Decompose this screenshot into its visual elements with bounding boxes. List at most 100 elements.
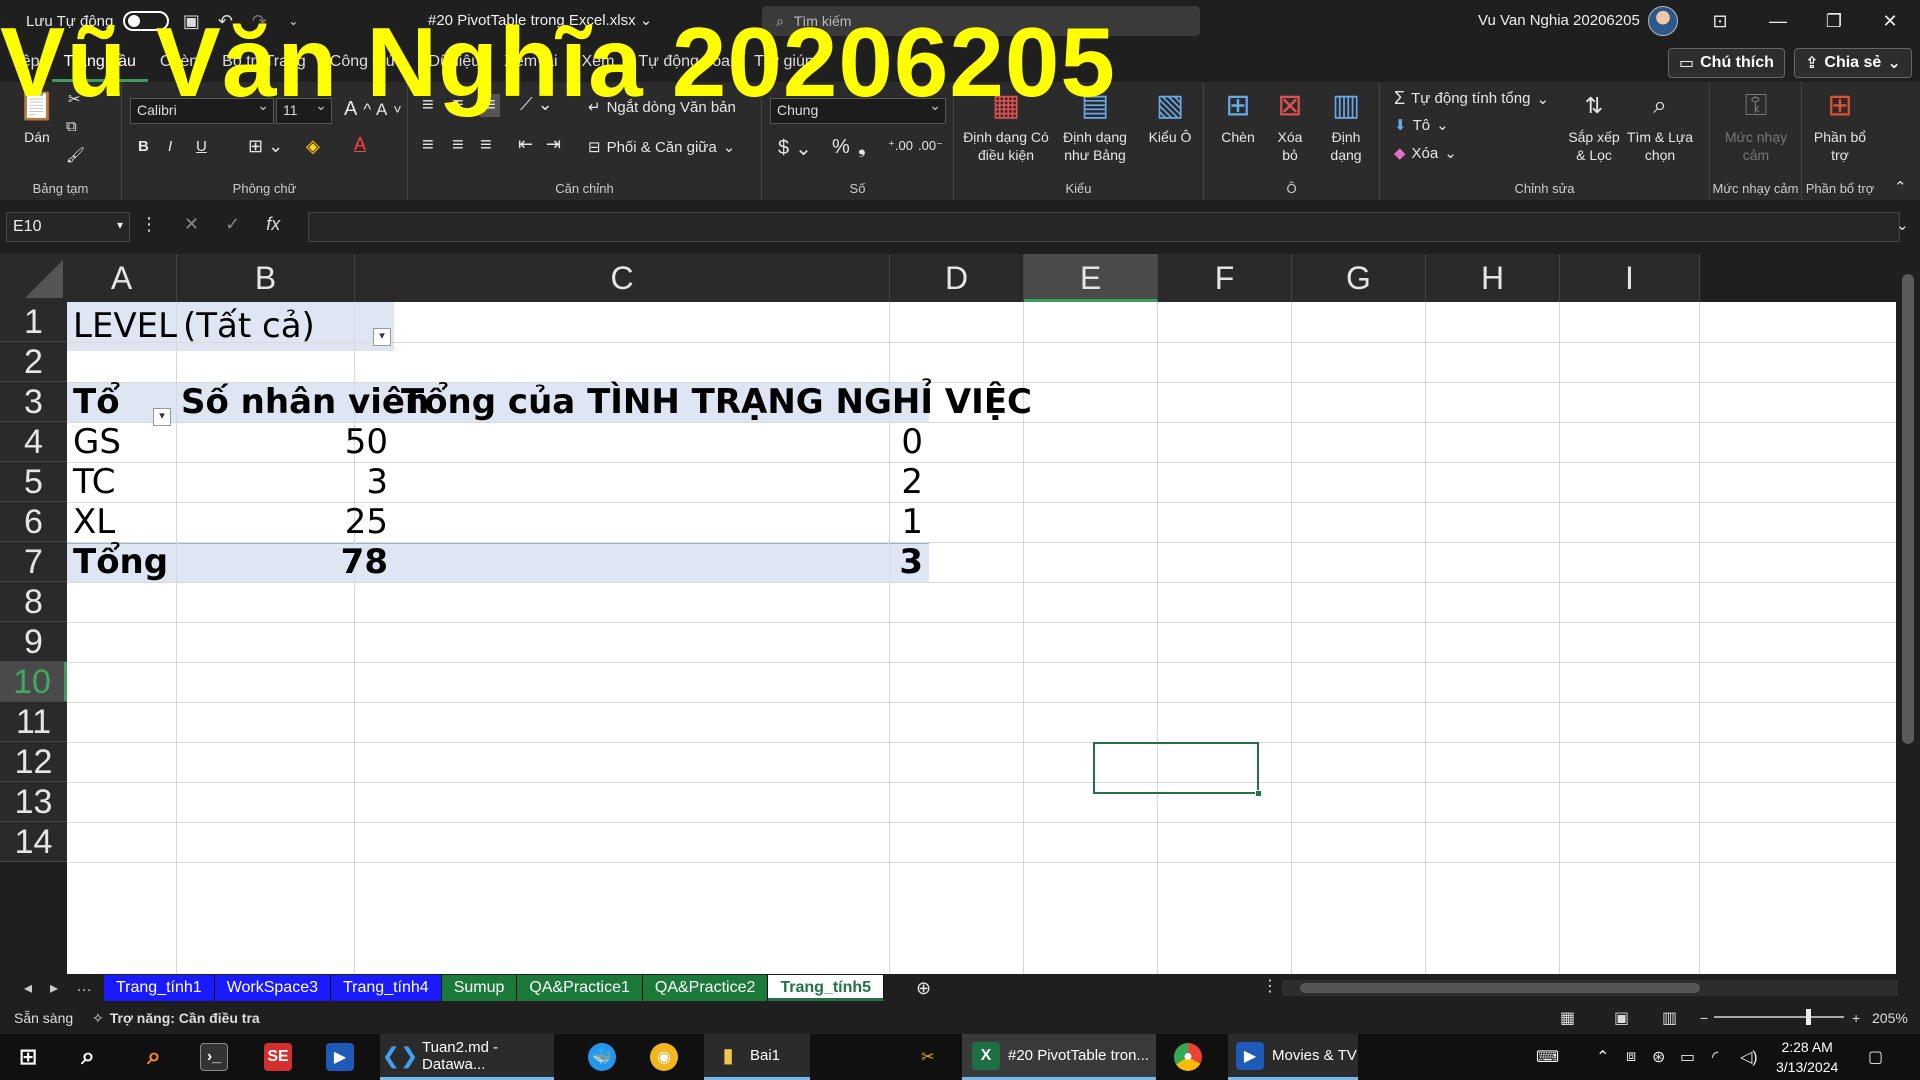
- conditional-formatting-button[interactable]: ▦ Định dạng Có điều kiện: [960, 88, 1052, 164]
- vertical-scroll-thumb[interactable]: [1902, 274, 1914, 744]
- tab-2[interactable]: Chèn: [148, 42, 210, 82]
- redo-icon[interactable]: ↷: [247, 9, 271, 33]
- currency-button[interactable]: $ ⌄: [778, 136, 812, 161]
- format-painter-icon[interactable]: 🖌: [66, 146, 85, 164]
- share-button[interactable]: ⇪ Chia sẻ ⌄: [1794, 48, 1912, 78]
- taskbar-vscode[interactable]: ❮❯ Tuan2.md - Datawa...: [380, 1034, 554, 1080]
- enter-entry-icon[interactable]: ✓: [225, 214, 240, 235]
- column-header-C[interactable]: C: [355, 254, 890, 302]
- save-icon[interactable]: ▣: [179, 9, 203, 33]
- column-header-F[interactable]: F: [1158, 254, 1292, 302]
- sheet-tab-3[interactable]: Sumup: [441, 975, 518, 1001]
- sheet-tab-2[interactable]: Trang_tính4: [331, 975, 442, 1001]
- row-header-7[interactable]: 7: [0, 542, 67, 582]
- clock[interactable]: 2:28 AM 3/13/2024: [1776, 1037, 1838, 1077]
- column-header-D[interactable]: D: [890, 254, 1024, 302]
- autosum-button[interactable]: Σ Tự động tính tổng ⌄: [1394, 88, 1549, 109]
- next-sheet-icon[interactable]: ▸: [50, 978, 58, 998]
- percent-button[interactable]: %: [832, 136, 850, 159]
- accessibility-status[interactable]: ✧ Trợ năng: Cần điều tra: [92, 1010, 260, 1027]
- font-name-select[interactable]: Calibri: [130, 97, 274, 124]
- ribbon-display-icon[interactable]: ⊡: [1700, 8, 1740, 34]
- minimize-button[interactable]: —: [1758, 8, 1798, 34]
- volume-icon[interactable]: ◁): [1740, 1034, 1758, 1080]
- find-select-button[interactable]: ⌕ Tìm & Lựa chọn: [1624, 88, 1696, 164]
- prev-sheet-icon[interactable]: ◂: [24, 978, 32, 998]
- tab-0[interactable]: Tệp: [0, 42, 52, 82]
- cell-styles-button[interactable]: ▧ Kiểu Ô: [1144, 88, 1196, 146]
- row-header-8[interactable]: 8: [0, 582, 67, 622]
- decrease-decimal-icon[interactable]: .00⁻: [918, 138, 943, 154]
- orientation-icon[interactable]: ⟋ ⌄: [520, 94, 553, 115]
- taskbar-excel[interactable]: X #20 PivotTable tron...: [962, 1034, 1156, 1080]
- zoom-level[interactable]: 205%: [1872, 1010, 1908, 1026]
- row-header-3[interactable]: 3: [0, 382, 67, 422]
- horizontal-scrollbar[interactable]: [1282, 980, 1898, 996]
- sort-filter-button[interactable]: ⇅ Sắp xếp & Lọc: [1566, 88, 1622, 164]
- undo-icon[interactable]: ↶: [213, 9, 237, 33]
- clear-button[interactable]: ◆ Xóa ⌄: [1394, 144, 1457, 163]
- tab-5[interactable]: Dữ liệu: [417, 42, 493, 82]
- number-format-select[interactable]: Chung: [770, 97, 946, 124]
- close-button[interactable]: ✕: [1870, 8, 1910, 34]
- paste-button[interactable]: 📋 Dán: [14, 88, 60, 146]
- sheet-tab-1[interactable]: WorkSpace3: [214, 975, 331, 1001]
- decrease-font-icon[interactable]: A ˅: [376, 100, 402, 120]
- addins-button[interactable]: ⊞ Phần bổ trợ: [1808, 88, 1872, 164]
- row-header-11[interactable]: 11: [0, 702, 67, 742]
- fill-color-icon[interactable]: ◈: [306, 136, 320, 157]
- name-box[interactable]: E10 ▾: [6, 212, 130, 242]
- comma-style-icon[interactable]: ❟: [858, 136, 866, 159]
- column-header-H[interactable]: H: [1426, 254, 1560, 302]
- column-header-I[interactable]: I: [1560, 254, 1700, 302]
- document-title[interactable]: #20 PivotTable trong Excel.xlsx ⌄: [428, 11, 652, 29]
- zoom-in-icon[interactable]: +: [1852, 1010, 1860, 1026]
- tab-7[interactable]: Xem: [570, 42, 627, 82]
- bold-button[interactable]: B: [138, 138, 149, 155]
- page-break-icon[interactable]: ▥: [1662, 1008, 1677, 1028]
- customize-qat-icon[interactable]: ⌄: [281, 9, 305, 33]
- borders-icon[interactable]: ⊞ ⌄: [248, 136, 283, 157]
- add-sheet-icon[interactable]: ⊕: [916, 978, 931, 999]
- vpn-icon[interactable]: ⊛: [1652, 1034, 1665, 1080]
- row-header-1[interactable]: 1: [0, 302, 67, 342]
- sensitivity-button[interactable]: ⚿ Mức nhạy cảm: [1716, 88, 1796, 164]
- tab-3[interactable]: Bố trí Trang: [210, 42, 318, 82]
- meet-icon[interactable]: ⧈: [1626, 1034, 1636, 1080]
- insert-cells-button[interactable]: ⊞ Chèn: [1214, 88, 1262, 146]
- chrome-app[interactable]: ●: [1174, 1034, 1202, 1080]
- start-button[interactable]: ⊞: [14, 1034, 42, 1080]
- cut-icon[interactable]: ✂: [68, 90, 81, 108]
- row-header-4[interactable]: 4: [0, 422, 67, 462]
- zoom-slider[interactable]: [1714, 1009, 1844, 1025]
- tab-split-handle[interactable]: ⋮: [1262, 976, 1278, 996]
- browser-app[interactable]: ◉: [650, 1034, 678, 1080]
- sheet-tab-0[interactable]: Trang_tính1: [104, 975, 215, 1001]
- column-header-A[interactable]: A: [67, 254, 177, 302]
- align-top-icon[interactable]: ≡: [422, 94, 434, 117]
- font-color-icon[interactable]: A: [354, 134, 366, 155]
- format-cells-button[interactable]: ▥ Định dạng: [1316, 88, 1376, 164]
- wrap-text-button[interactable]: ↵ Ngắt dòng Văn bản: [588, 98, 736, 117]
- row-header-5[interactable]: 5: [0, 462, 67, 502]
- tab-4[interactable]: Công thức: [318, 42, 417, 82]
- merge-center-button[interactable]: ⊟ Phối & Căn giữa ⌄: [588, 138, 735, 157]
- snip-app[interactable]: ✂: [914, 1034, 942, 1080]
- collapse-ribbon-icon[interactable]: ⌃: [1894, 178, 1907, 196]
- battery-icon[interactable]: ▭: [1680, 1034, 1695, 1080]
- sheet-tab-6[interactable]: Trang_tính5: [768, 975, 885, 1001]
- taskbar-movies[interactable]: ▶ Movies & TV: [1228, 1034, 1358, 1080]
- restore-button[interactable]: ❐: [1814, 8, 1854, 34]
- sheet-tab-5[interactable]: QA&Practice2: [642, 975, 769, 1001]
- page-layout-icon[interactable]: ▣: [1614, 1008, 1629, 1028]
- filter-dropdown-icon[interactable]: ▾: [373, 328, 391, 346]
- search-box[interactable]: ⌕ Tìm kiếm: [762, 6, 1200, 36]
- underline-button[interactable]: U: [196, 138, 207, 155]
- row-header-6[interactable]: 6: [0, 502, 67, 542]
- row-header-2[interactable]: 2: [0, 342, 67, 382]
- row-header-14[interactable]: 14: [0, 822, 67, 862]
- wifi-icon[interactable]: ◜: [1712, 1034, 1718, 1080]
- align-middle-icon[interactable]: ≡: [452, 94, 464, 117]
- tab-8[interactable]: Tự động hóa: [626, 42, 742, 82]
- more-sheets-icon[interactable]: …: [76, 978, 92, 998]
